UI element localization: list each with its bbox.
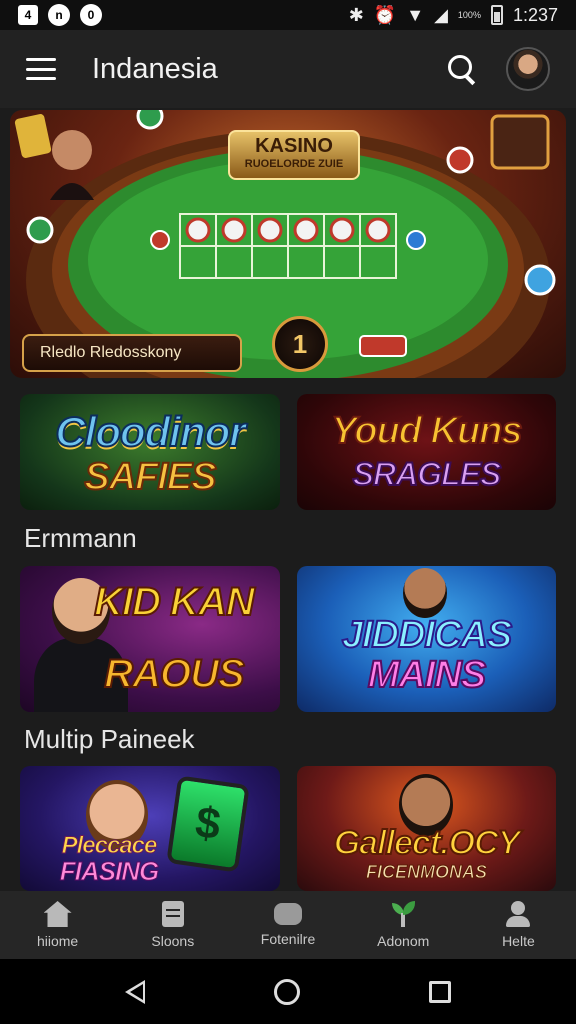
nav-item-adonom[interactable]: Adonom (346, 891, 461, 959)
battery-percent: 100% (457, 9, 481, 20)
battery-icon (490, 5, 503, 25)
game-tile[interactable]: Youd Kuns SRAGLES (297, 394, 556, 510)
signal-icon: ◢ (434, 4, 448, 25)
app-title: Indanesia (92, 52, 218, 85)
game-tile-title: Gallect.OCY (333, 823, 522, 863)
hero-badge: 1 (272, 316, 328, 372)
nav-label: hiiome (36, 933, 79, 949)
game-tile[interactable]: JIDDICAS MAINS (297, 566, 556, 712)
document-icon (161, 901, 184, 927)
user-icon (504, 901, 532, 927)
status-bar: 4 n 0 ✱ ⏰ ▼ ◢ 100% 1:237 (0, 0, 576, 30)
section-title: Ermmann (24, 523, 137, 553)
alarm-icon: ⏰ (373, 4, 397, 25)
hamburger-menu-icon[interactable] (26, 58, 56, 80)
clock-time: 1:237 (512, 4, 558, 25)
plant-icon (389, 901, 417, 927)
nav-item-sloons[interactable]: Sloons (115, 891, 230, 959)
hero-promo-button[interactable]: Rledlo Rledosskony (22, 334, 242, 372)
hero-logo-subtitle: RUOELORDE ZUIE (244, 158, 344, 170)
hero-logo-title: KASINO (255, 135, 333, 157)
circle-app-icon: 0 (80, 4, 102, 26)
home-icon (43, 901, 72, 927)
nav-label: Helte (502, 933, 535, 949)
host-portrait (403, 568, 447, 618)
app-bar: Indanesia (0, 30, 576, 108)
game-tile[interactable]: $ Pleccace FIASING (20, 766, 280, 891)
nav-label: Adonom (377, 933, 430, 949)
wifi-icon: ▼ (406, 4, 425, 25)
nav-item-fotenilre[interactable]: Fotenilre (230, 891, 345, 959)
game-tile-subtitle: FICENMONAS (366, 862, 488, 883)
game-tile-subtitle: MAINS (367, 653, 487, 697)
hero-banner[interactable]: KASINO RUOELORDE ZUIE Rledlo Rledosskony… (10, 110, 566, 378)
game-tile-title: JIDDICAS (341, 613, 513, 657)
game-tile-title: Cloodinor (54, 407, 246, 456)
hero-logo: KASINO RUOELORDE ZUIE (228, 130, 360, 180)
game-tile-subtitle: RAOUS (103, 651, 245, 697)
bottom-navigation: hiiome Sloons Fotenilre Adonom Helte (0, 891, 576, 959)
game-tile-subtitle: SRAGLES (352, 455, 503, 493)
gamepad-icon (274, 903, 302, 925)
game-tile[interactable]: Gallect.OCY FICENMONAS (297, 766, 556, 891)
game-tile-subtitle: FIASING (59, 856, 159, 887)
back-icon[interactable] (124, 979, 145, 1004)
game-tile-title: KID KAN (93, 579, 256, 625)
nav-label: Fotenilre (260, 931, 316, 947)
game-tile-title: Youd Kuns (330, 409, 523, 453)
bluetooth-icon: ✱ (348, 4, 364, 25)
game-tile-subtitle: SAFIES (83, 455, 217, 499)
avatar[interactable] (506, 47, 550, 91)
game-tile[interactable]: Cloodinor SAFIES (20, 394, 280, 510)
sim-icon: 4 (18, 5, 38, 25)
nav-label: Sloons (151, 933, 195, 949)
system-navigation-bar (0, 959, 576, 1024)
section-title: Multip Paineek (24, 724, 195, 754)
home-circle-icon[interactable] (273, 978, 300, 1005)
search-icon[interactable] (446, 53, 478, 85)
game-tile[interactable]: KID KAN RAOUS (20, 566, 280, 712)
nav-item-home[interactable]: hiiome (0, 891, 115, 959)
notification-icon: n (48, 4, 70, 26)
nav-item-helte[interactable]: Helte (461, 891, 576, 959)
recents-square-icon[interactable] (429, 980, 452, 1003)
